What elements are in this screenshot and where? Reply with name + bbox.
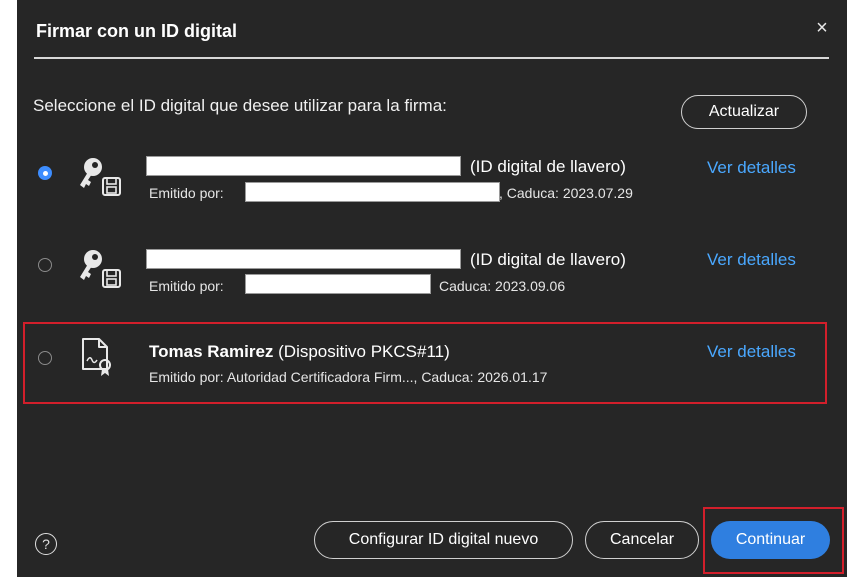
id-3-details-link[interactable]: Ver detalles — [707, 342, 796, 362]
digital-id-row-2[interactable]: (ID digital de llavero) Emitido por: Cad… — [17, 237, 847, 317]
redacted-id-name — [146, 249, 461, 269]
digital-id-row-3[interactable]: Tomas Ramirez (Dispositivo PKCS#11) Emit… — [17, 330, 847, 410]
certificate-document-icon — [82, 338, 111, 376]
redacted-id-name — [146, 156, 461, 176]
id-1-type: (ID digital de llavero) — [470, 157, 626, 176]
id-1-details-link[interactable]: Ver detalles — [707, 158, 796, 178]
id-2-issued-by-label: Emitido por: — [149, 278, 224, 294]
key-disk-icon — [80, 250, 121, 288]
id-2-details-link[interactable]: Ver detalles — [707, 250, 796, 270]
digital-id-row-1[interactable]: (ID digital de llavero) Emitido por: , C… — [17, 145, 847, 225]
select-id-prompt: Seleccione el ID digital que desee utili… — [33, 96, 447, 115]
cancel-button[interactable]: Cancelar — [585, 521, 699, 559]
id-1-expiry: , Caduca: 2023.07.29 — [499, 185, 633, 201]
id-1-issued-by-label: Emitido por: — [149, 185, 224, 201]
id-1-radio[interactable] — [38, 166, 52, 180]
id-3-name: Tomas Ramirez — [149, 342, 274, 361]
key-disk-icon — [80, 158, 121, 196]
close-icon[interactable]: × — [810, 16, 834, 40]
help-icon[interactable]: ? — [35, 533, 57, 555]
id-2-expiry: Caduca: 2023.09.06 — [439, 278, 566, 294]
refresh-button[interactable]: Actualizar — [681, 95, 807, 129]
id-3-label: Tomas Ramirez (Dispositivo PKCS#11) — [149, 342, 450, 362]
id-3-radio[interactable] — [38, 351, 52, 365]
redacted-issuer — [245, 182, 500, 202]
id-3-issued-line: Emitido por: Autoridad Certificadora Fir… — [149, 369, 548, 385]
redacted-issuer — [245, 274, 431, 294]
id-2-type: (ID digital de llavero) — [470, 250, 626, 269]
title-divider — [34, 57, 829, 59]
dialog-title: Firmar con un ID digital — [36, 21, 238, 41]
configure-new-id-button[interactable]: Configurar ID digital nuevo — [314, 521, 573, 559]
id-3-type: (Dispositivo PKCS#11) — [278, 342, 450, 361]
id-2-radio[interactable] — [38, 258, 52, 272]
continue-button[interactable]: Continuar — [711, 521, 830, 559]
sign-with-digital-id-dialog: Firmar con un ID digital × Seleccione el… — [17, 0, 847, 577]
